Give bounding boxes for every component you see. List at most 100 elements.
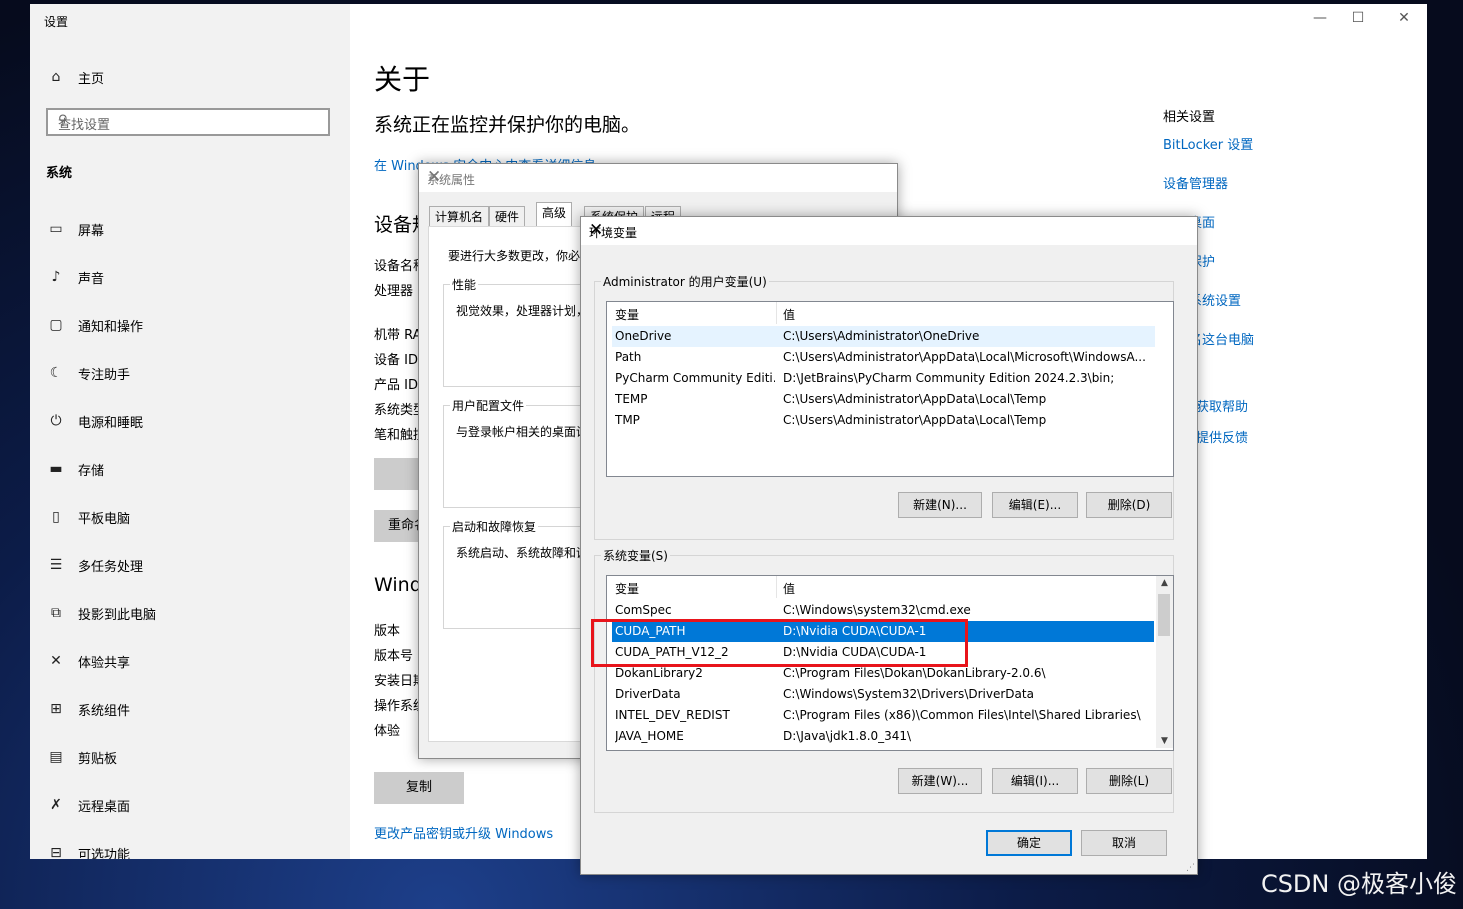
sysprops-close-icon[interactable]: ✕ [427,167,887,187]
sidebar-item[interactable]: ▤ 剪贴板 [46,746,117,768]
table-row[interactable]: ComSpec C:\Windows\system32\cmd.exe [612,600,1154,621]
sidebar-item[interactable]: ⏻ 电源和睡眠 [46,410,143,432]
get-help-link[interactable]: 获取帮助 [1196,396,1248,415]
maximize-button[interactable]: ☐ [1343,10,1373,26]
sys-edit-button[interactable]: 编辑(I)... [992,768,1078,794]
notification-icon: ▢ [49,317,63,333]
multitask-icon: ☰ [49,557,63,573]
sidebar-item-label: 通知和操作 [78,319,144,335]
tab-advanced[interactable]: 高级 [536,202,573,227]
variable-name: DriverData [615,687,681,701]
moon-icon: ☾ [49,365,63,381]
sidebar-item[interactable]: ▯ 平板电脑 [46,506,130,528]
sidebar-item-label: 体验共享 [78,655,131,671]
variable-value: C:\Program Files (x86)\Common Files\Inte… [783,708,1141,722]
scroll-thumb[interactable] [1158,594,1170,636]
user-list-header: 变量 值 [607,302,1173,324]
col-variable[interactable]: 变量 [615,306,639,323]
user-edit-button[interactable]: 编辑(E)... [992,492,1078,518]
copy-windows-button[interactable]: 复制 [374,772,464,804]
variable-name: PyCharm Community Editi... [615,371,775,385]
sidebar-item[interactable]: ☰ 多任务处理 [46,554,143,576]
monitor-icon: ▭ [49,221,63,237]
table-row[interactable]: OneDrive C:\Users\Administrator\OneDrive [612,326,1155,347]
variable-value: C:\Users\Administrator\AppData\Local\Tem… [783,413,1047,427]
startup-recovery-label: 启动和故障恢复 [450,518,539,535]
table-row[interactable]: DriverData C:\Windows\System32\Drivers\Dr… [612,684,1154,705]
remote-icon: ✗ [50,797,62,813]
user-new-button[interactable]: 新建(N)... [898,492,982,518]
table-row[interactable]: PyCharm Community Editi... D:\JetBrains\P… [612,368,1155,389]
user-variables-list[interactable]: 变量 值 OneDrive C:\Users\Administrator\OneD… [606,301,1174,477]
sidebar-item-label: 平板电脑 [78,511,131,527]
variable-name: TMP [615,413,640,427]
col-variable[interactable]: 变量 [615,580,639,597]
settings-search-input[interactable]: 查找设置 ⚲ [46,108,330,136]
upgrade-windows-link[interactable]: 更改产品密钥或升级 Windows [374,823,553,842]
system-list-scrollbar[interactable]: ▲ ▼ [1156,576,1173,748]
close-button[interactable]: ✕ [1389,10,1419,26]
ok-button[interactable]: 确定 [986,830,1072,856]
variable-name: INTEL_DEV_REDIST [615,708,730,722]
envvars-titlebar: 环境变量 ✕ [581,217,1197,245]
clipboard-icon: ▤ [49,749,63,765]
variable-value: C:\Users\Administrator\AppData\Local\Tem… [783,392,1047,406]
nav-home-label: 主页 [78,71,105,87]
sidebar-item[interactable]: ⧉ 投影到此电脑 [46,602,156,624]
category-title: 系统 [46,165,73,181]
performance-desc: 视觉效果，处理器计划， [456,304,589,318]
environment-variables-dialog: 环境变量 ✕ Administrator 的用户变量(U) 变量 值 OneDr… [580,216,1198,875]
scroll-down-icon[interactable]: ▼ [1156,736,1173,746]
variable-value: C:\Users\Administrator\AppData\Local\Mic… [783,350,1146,364]
components-icon: ⊞ [50,701,62,717]
bitlocker-link[interactable]: BitLocker 设置 [1163,134,1253,153]
sidebar-item-label: 系统组件 [78,703,131,719]
table-row[interactable]: JAVA_HOME D:\Java\jdk1.8.0_341\ [612,726,1154,747]
variable-name: TEMP [615,392,648,406]
scroll-up-icon[interactable]: ▲ [1156,578,1173,588]
search-icon: ⚲ [58,113,68,128]
col-value[interactable]: 值 [783,580,795,597]
nav-home[interactable]: ⌂ 主页 [46,66,104,88]
sidebar-item-label: 电源和睡眠 [78,415,144,431]
tab-hardware[interactable]: 硬件 [489,206,526,226]
user-delete-button[interactable]: 删除(D) [1086,492,1172,518]
table-row[interactable]: TEMP C:\Users\Administrator\AppData\Local… [612,389,1155,410]
windows-label: 体验 [374,724,401,739]
sidebar-item-label: 存储 [78,463,105,479]
sidebar-item[interactable]: ☾ 专注助手 [46,362,130,384]
variable-value: C:\Windows\system32\cmd.exe [783,603,971,617]
resize-grip-icon[interactable]: ⋰ [1186,863,1195,873]
variable-name: JAVA_HOME [615,729,684,743]
tab-computer-name[interactable]: 计算机名 [429,206,490,226]
sidebar-item[interactable]: ▬ 存储 [46,458,104,480]
device-manager-link[interactable]: 设备管理器 [1163,173,1228,192]
sidebar-item[interactable]: ▭ 屏幕 [46,218,104,240]
home-icon: ⌂ [51,69,61,85]
sidebar-item-label: 剪贴板 [78,751,118,767]
sidebar-item[interactable]: ♪ 声音 [46,266,104,288]
cancel-button[interactable]: 取消 [1081,830,1167,856]
col-value[interactable]: 值 [783,306,795,323]
sys-new-button[interactable]: 新建(W)... [898,768,982,794]
sidebar-item-label: 多任务处理 [78,559,144,575]
variable-value: D:\Java\jdk1.8.0_341\ [783,729,912,743]
startup-recovery-desc: 系统启动、系统故障和调 [456,546,589,560]
feedback-link[interactable]: 提供反馈 [1196,427,1248,446]
sidebar-item[interactable]: ✕ 体验共享 [46,650,130,672]
sidebar-item-label: 专注助手 [78,367,131,383]
sys-delete-button[interactable]: 删除(L) [1086,768,1172,794]
sidebar-item[interactable]: ▢ 通知和操作 [46,314,143,336]
table-row[interactable]: TMP C:\Users\Administrator\AppData\Local\… [612,410,1155,431]
sidebar-item[interactable]: ⊞ 系统组件 [46,698,130,720]
table-row[interactable]: Path C:\Users\Administrator\AppData\Local… [612,347,1155,368]
table-row[interactable]: INTEL_DEV_REDIST C:\Program Files (x86)\C… [612,705,1154,726]
sidebar-item-label: 屏幕 [78,223,105,239]
user-list-scrollbar[interactable] [1156,302,1173,474]
sidebar-item[interactable]: ⊟ 可选功能 [46,842,130,859]
envvars-close-icon[interactable]: ✕ [589,220,1187,240]
user-profile-label: 用户配置文件 [450,397,527,414]
system-variables-label: 系统变量(S) [601,547,670,564]
sidebar-item[interactable]: ✗ 远程桌面 [46,794,130,816]
minimize-button[interactable]: — [1305,10,1335,26]
